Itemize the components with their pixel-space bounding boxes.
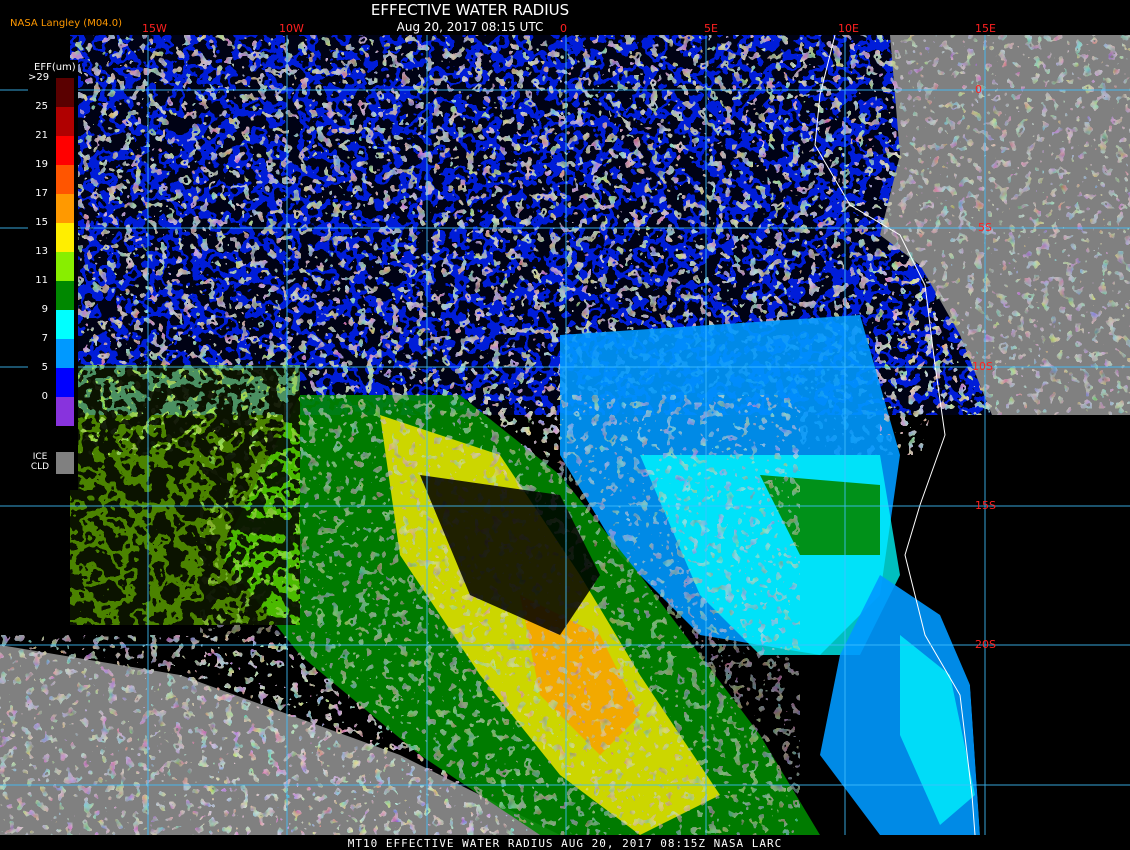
legend-color-swatch — [56, 339, 74, 368]
legend-tick-label: 11 — [35, 275, 48, 286]
legend-tick-label: 0 — [41, 391, 48, 402]
lat-label-5s: 5S — [978, 221, 992, 234]
legend-color-swatch — [56, 107, 74, 136]
lat-label-20s: 20S — [975, 638, 996, 651]
legend-tick-label: 21 — [35, 130, 48, 141]
top-lon-10w: 10W — [279, 22, 304, 35]
legend-tick-label: 7 — [41, 333, 48, 344]
lat-label-0: 0 — [975, 83, 982, 96]
footer-caption: MT10 EFFECTIVE WATER RADIUS AUG 20, 2017… — [347, 837, 783, 850]
legend-color-swatch — [56, 368, 74, 397]
legend-ice-label: ICE CLD — [30, 452, 50, 472]
legend-color-swatch — [56, 78, 74, 107]
top-lon-15w: 15W — [142, 22, 167, 35]
legend-tick-label: 19 — [35, 159, 48, 170]
legend-tick-label: 17 — [35, 188, 48, 199]
legend-ice-swatch — [56, 452, 74, 474]
legend-color-swatch — [56, 397, 74, 426]
legend-tick-label: 13 — [35, 246, 48, 257]
legend-color-swatch — [56, 252, 74, 281]
legend-tick-label: 25 — [35, 101, 48, 112]
legend-color-swatch — [56, 194, 74, 223]
top-lon-5e: 5E — [704, 22, 718, 35]
legend-color-swatch — [56, 136, 74, 165]
lat-label-10s: 10S — [972, 360, 993, 373]
legend-tick-label: 5 — [41, 362, 48, 373]
top-lon-15e: 15E — [975, 22, 996, 35]
legend-tick-label: 15 — [35, 217, 48, 228]
legend-color-swatch — [56, 223, 74, 252]
legend-color-swatch — [56, 165, 74, 194]
top-lon-10e: 10E — [838, 22, 859, 35]
legend-color-swatch — [56, 310, 74, 339]
legend-tick-label: >29 — [28, 72, 50, 83]
top-lon-0: 0 — [560, 22, 567, 35]
satellite-map: 15W 10W 0 5E 10E 15E 0 5S 10S 15S 20S — [0, 35, 1130, 835]
lat-label-15s: 15S — [975, 499, 996, 512]
color-legend: EFF(um) >29 25 21 19 17 15 13 11 9 7 5 0 ICE CLD — [28, 60, 78, 490]
west-cells-red — [70, 365, 300, 625]
legend-tick-label: 9 — [41, 304, 48, 315]
page-title: EFFECTIVE WATER RADIUS — [370, 1, 570, 19]
legend-color-swatch — [56, 281, 74, 310]
hotspot-coast — [880, 355, 930, 425]
